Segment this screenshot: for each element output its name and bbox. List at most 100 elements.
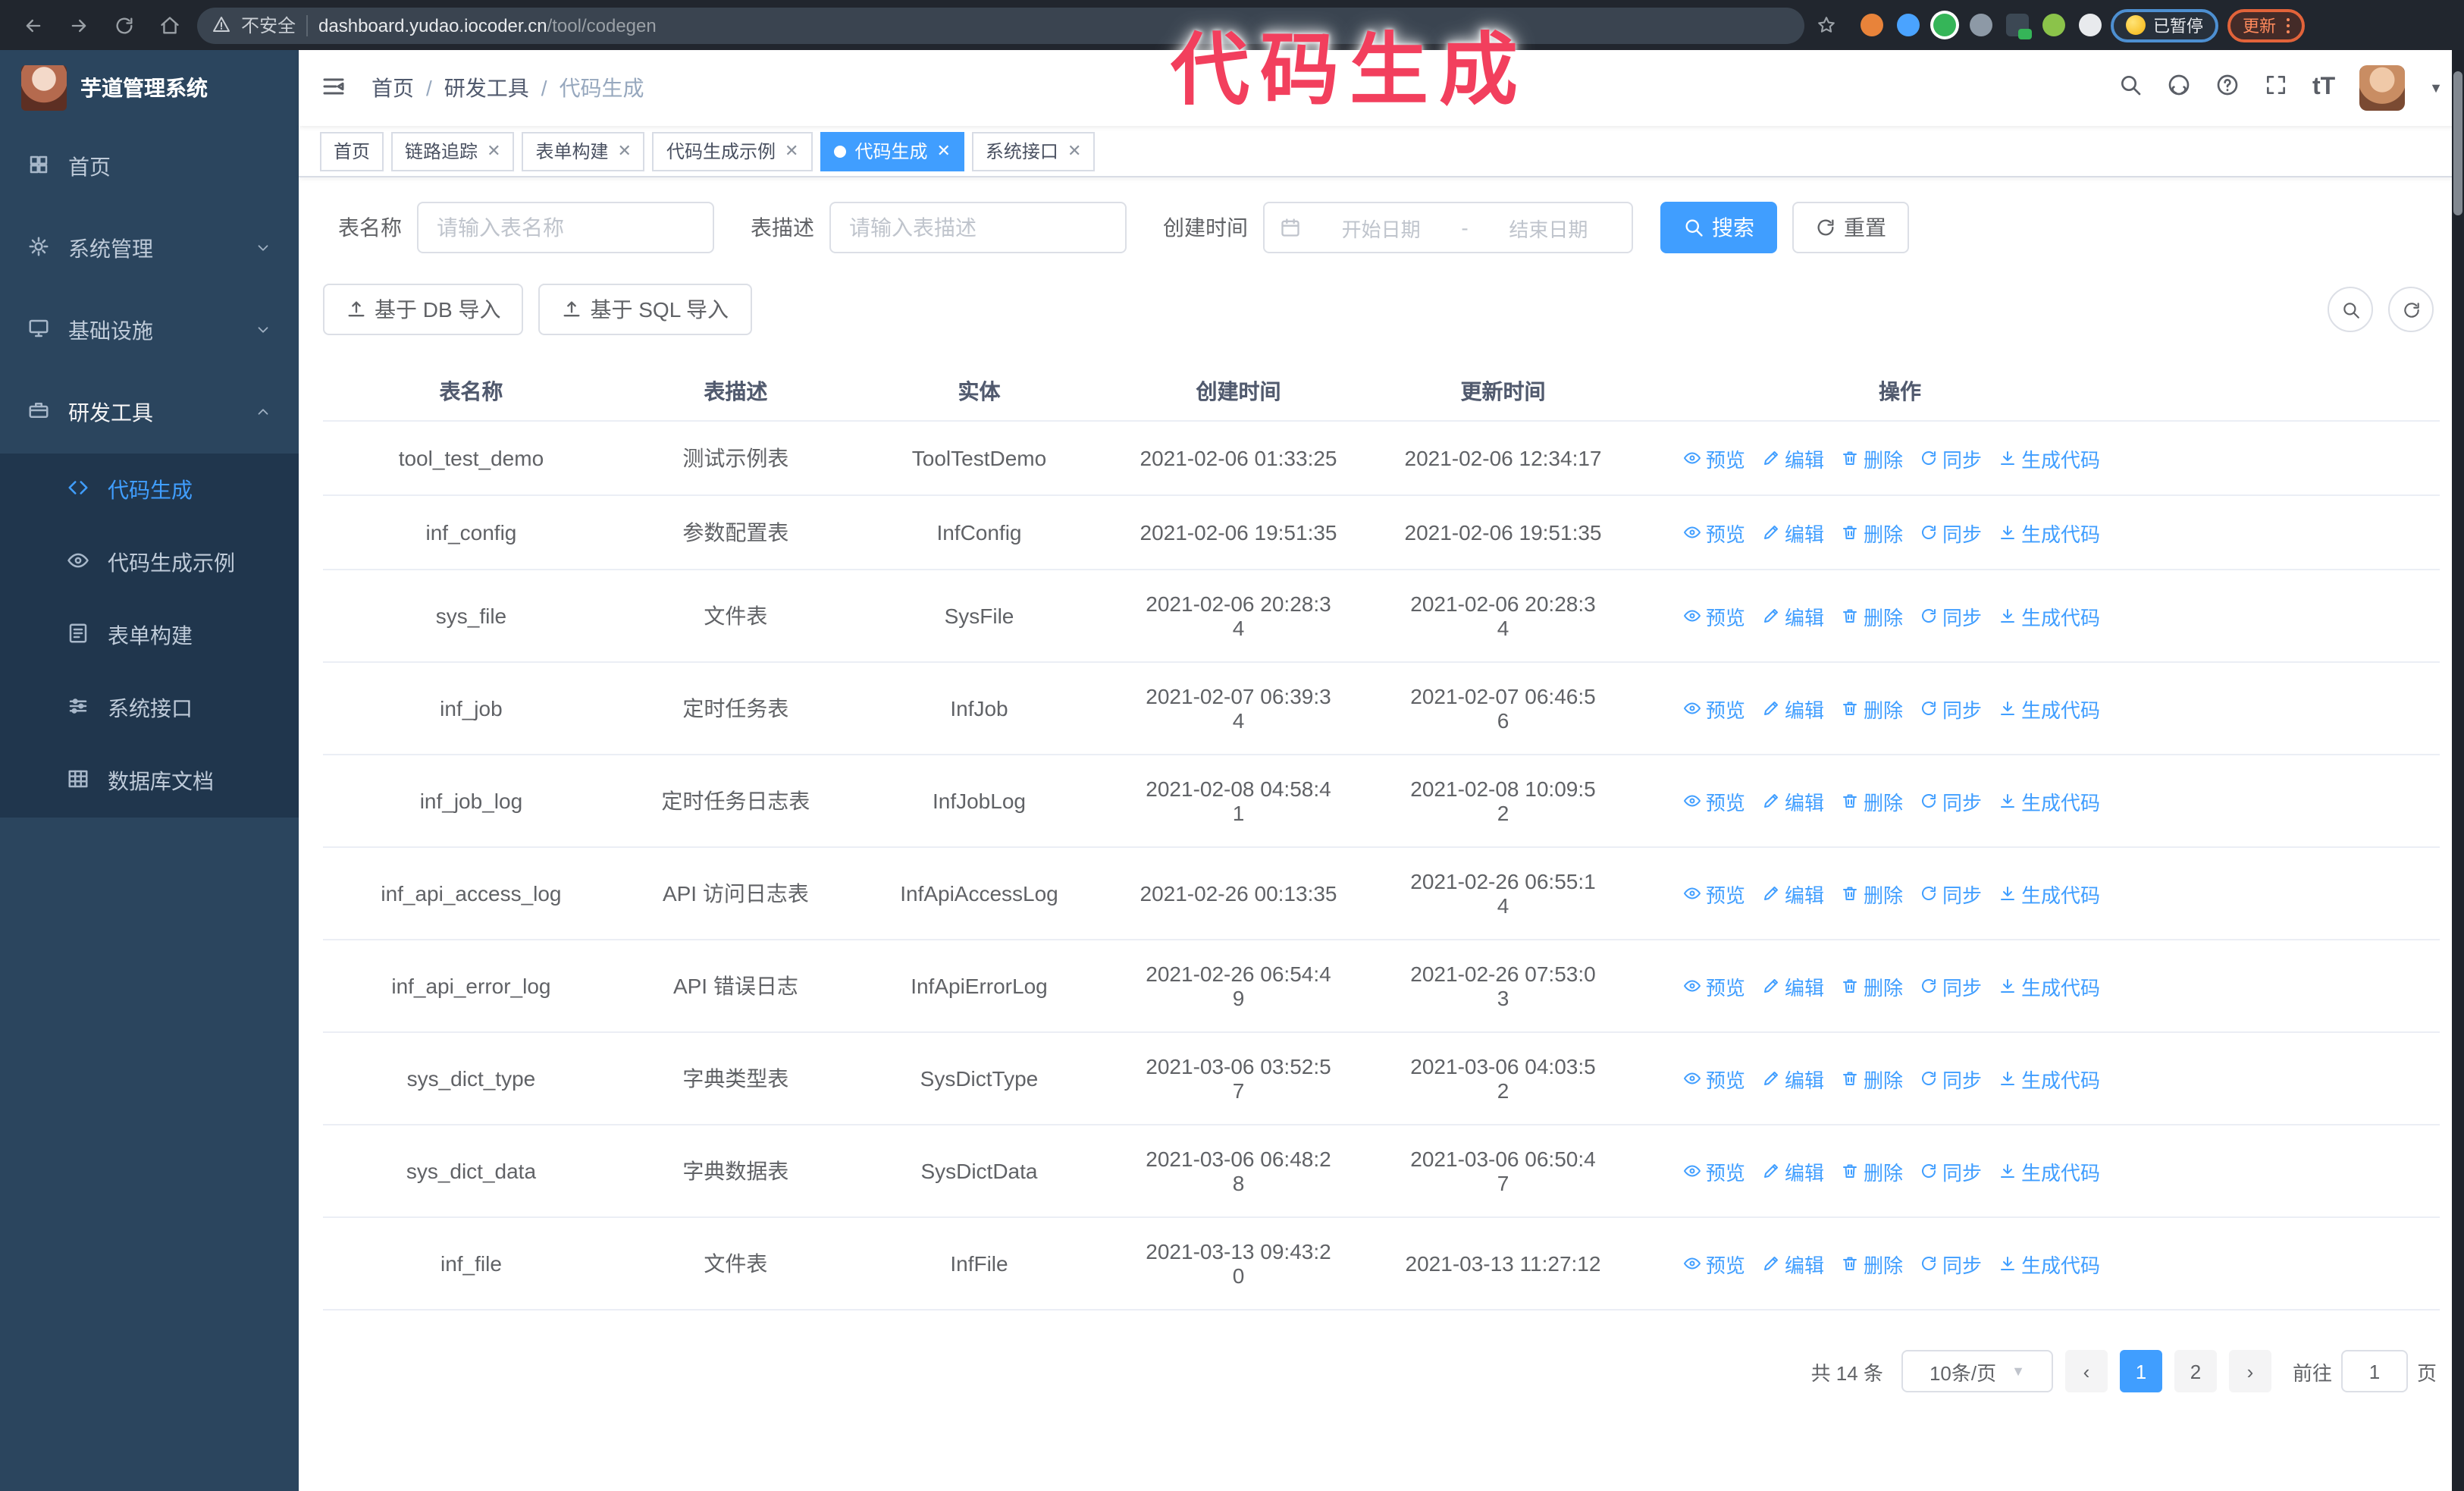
browser-update-button[interactable]: 更新 bbox=[2227, 8, 2305, 42]
tab-5[interactable]: 系统接口 ✕ bbox=[971, 131, 1096, 171]
sidebar-item-1[interactable]: 系统管理 bbox=[0, 208, 299, 290]
row-action-sync[interactable]: 同步 bbox=[1920, 518, 1982, 547]
row-action-delete[interactable]: 删除 bbox=[1841, 694, 1903, 723]
forward-icon[interactable] bbox=[61, 7, 97, 43]
toggle-search-icon[interactable] bbox=[2328, 287, 2373, 332]
sidebar-subitem-3[interactable]: 系统接口 bbox=[0, 672, 299, 745]
breadcrumb-item-1[interactable]: 研发工具 bbox=[444, 73, 529, 103]
font-size-icon[interactable]: tT bbox=[2312, 74, 2335, 102]
row-action-edit[interactable]: 编辑 bbox=[1762, 694, 1824, 723]
row-action-preview[interactable]: 预览 bbox=[1683, 694, 1745, 723]
row-action-delete[interactable]: 删除 bbox=[1841, 972, 1903, 1000]
row-action-preview[interactable]: 预览 bbox=[1683, 1064, 1745, 1093]
tab-4[interactable]: 代码生成 ✕ bbox=[820, 131, 964, 171]
hamburger-icon[interactable] bbox=[320, 72, 347, 104]
reset-button[interactable]: 重置 bbox=[1792, 202, 1909, 253]
back-icon[interactable] bbox=[15, 7, 52, 43]
row-action-generate[interactable]: 生成代码 bbox=[1998, 1157, 2100, 1185]
user-avatar[interactable] bbox=[2359, 65, 2406, 111]
row-action-edit[interactable]: 编辑 bbox=[1762, 786, 1824, 815]
row-action-edit[interactable]: 编辑 bbox=[1762, 879, 1824, 908]
row-action-delete[interactable]: 删除 bbox=[1841, 879, 1903, 908]
start-date-placeholder[interactable]: 开始日期 bbox=[1313, 213, 1449, 242]
goto-page-input[interactable] bbox=[2340, 1350, 2408, 1392]
address-bar[interactable]: 不安全 dashboard.yudao.iocoder.cn/tool/code… bbox=[197, 7, 1804, 43]
security-label[interactable]: 不安全 bbox=[241, 12, 296, 38]
white-puzzle-extension-icon[interactable] bbox=[2079, 14, 2102, 36]
end-date-placeholder[interactable]: 结束日期 bbox=[1481, 213, 1616, 242]
tab-close-icon[interactable]: ✕ bbox=[618, 141, 632, 161]
home-icon[interactable] bbox=[152, 7, 188, 43]
row-action-delete[interactable]: 删除 bbox=[1841, 518, 1903, 547]
row-action-edit[interactable]: 编辑 bbox=[1762, 601, 1824, 630]
tab-close-icon[interactable]: ✕ bbox=[785, 141, 798, 161]
row-action-edit[interactable]: 编辑 bbox=[1762, 444, 1824, 472]
table-desc-input[interactable] bbox=[829, 202, 1127, 253]
row-action-generate[interactable]: 生成代码 bbox=[1998, 1064, 2100, 1093]
row-action-delete[interactable]: 删除 bbox=[1841, 1249, 1903, 1278]
sidebar-subitem-0[interactable]: 代码生成 bbox=[0, 454, 299, 526]
row-action-generate[interactable]: 生成代码 bbox=[1998, 972, 2100, 1000]
row-action-edit[interactable]: 编辑 bbox=[1762, 972, 1824, 1000]
tab-2[interactable]: 表单构建 ✕ bbox=[522, 131, 645, 171]
row-action-generate[interactable]: 生成代码 bbox=[1998, 444, 2100, 472]
row-action-delete[interactable]: 删除 bbox=[1841, 1157, 1903, 1185]
row-action-sync[interactable]: 同步 bbox=[1920, 1064, 1982, 1093]
row-action-edit[interactable]: 编辑 bbox=[1762, 1064, 1824, 1093]
row-action-delete[interactable]: 删除 bbox=[1841, 1064, 1903, 1093]
row-action-sync[interactable]: 同步 bbox=[1920, 601, 1982, 630]
row-action-generate[interactable]: 生成代码 bbox=[1998, 518, 2100, 547]
row-action-edit[interactable]: 编辑 bbox=[1762, 1249, 1824, 1278]
row-action-preview[interactable]: 预览 bbox=[1683, 1157, 1745, 1185]
row-action-sync[interactable]: 同步 bbox=[1920, 694, 1982, 723]
row-action-preview[interactable]: 预览 bbox=[1683, 444, 1745, 472]
row-action-sync[interactable]: 同步 bbox=[1920, 786, 1982, 815]
row-action-delete[interactable]: 删除 bbox=[1841, 601, 1903, 630]
tab-0[interactable]: 首页 bbox=[320, 131, 384, 171]
page-size-select[interactable]: 10条/页 ▼ bbox=[1901, 1350, 2053, 1392]
sidebar-subitem-2[interactable]: 表单构建 bbox=[0, 599, 299, 672]
help-icon[interactable] bbox=[2215, 74, 2240, 102]
next-page-button[interactable]: › bbox=[2228, 1350, 2271, 1392]
tab-3[interactable]: 代码生成示例 ✕ bbox=[652, 131, 813, 171]
row-action-preview[interactable]: 预览 bbox=[1683, 972, 1745, 1000]
import-sql-button[interactable]: 基于 SQL 导入 bbox=[538, 284, 752, 335]
tab-1[interactable]: 链路追踪 ✕ bbox=[391, 131, 515, 171]
green-shield-extension-icon[interactable] bbox=[1933, 14, 1956, 36]
date-range-picker[interactable]: 开始日期 - 结束日期 bbox=[1263, 202, 1633, 253]
row-action-generate[interactable]: 生成代码 bbox=[1998, 786, 2100, 815]
reload-icon[interactable] bbox=[106, 7, 143, 43]
row-action-edit[interactable]: 编辑 bbox=[1762, 518, 1824, 547]
import-db-button[interactable]: 基于 DB 导入 bbox=[323, 284, 524, 335]
row-action-preview[interactable]: 预览 bbox=[1683, 518, 1745, 547]
bookmark-star-icon[interactable] bbox=[1817, 14, 1836, 36]
profile-paused-badge[interactable]: 已暂停 bbox=[2111, 8, 2218, 42]
row-action-preview[interactable]: 预览 bbox=[1683, 786, 1745, 815]
breadcrumb-item-0[interactable]: 首页 bbox=[371, 73, 414, 103]
table-name-input[interactable] bbox=[417, 202, 714, 253]
scrollbar-thumb[interactable] bbox=[2453, 71, 2462, 215]
page-button-1[interactable]: 1 bbox=[2119, 1350, 2162, 1392]
row-action-generate[interactable]: 生成代码 bbox=[1998, 879, 2100, 908]
row-action-preview[interactable]: 预览 bbox=[1683, 1249, 1745, 1278]
dark-on-extension-icon[interactable] bbox=[2006, 14, 2032, 39]
row-action-sync[interactable]: 同步 bbox=[1920, 879, 1982, 908]
tab-close-icon[interactable]: ✕ bbox=[1067, 141, 1081, 161]
green-robot-extension-icon[interactable] bbox=[2042, 14, 2065, 36]
scrollbar[interactable] bbox=[2452, 50, 2464, 1491]
blue-gem-extension-icon[interactable] bbox=[1897, 14, 1920, 36]
row-action-generate[interactable]: 生成代码 bbox=[1998, 694, 2100, 723]
row-action-delete[interactable]: 删除 bbox=[1841, 444, 1903, 472]
row-action-delete[interactable]: 删除 bbox=[1841, 786, 1903, 815]
refresh-table-icon[interactable] bbox=[2388, 287, 2434, 332]
tab-close-icon[interactable]: ✕ bbox=[487, 141, 500, 161]
fullscreen-icon[interactable] bbox=[2264, 74, 2288, 102]
row-action-sync[interactable]: 同步 bbox=[1920, 1157, 1982, 1185]
row-action-sync[interactable]: 同步 bbox=[1920, 444, 1982, 472]
prev-page-button[interactable]: ‹ bbox=[2064, 1350, 2108, 1392]
row-action-sync[interactable]: 同步 bbox=[1920, 1249, 1982, 1278]
sidebar-subitem-1[interactable]: 代码生成示例 bbox=[0, 526, 299, 599]
sidebar-item-2[interactable]: 基础设施 bbox=[0, 290, 299, 372]
row-action-generate[interactable]: 生成代码 bbox=[1998, 601, 2100, 630]
grey-switch-extension-icon[interactable] bbox=[1970, 14, 1992, 36]
